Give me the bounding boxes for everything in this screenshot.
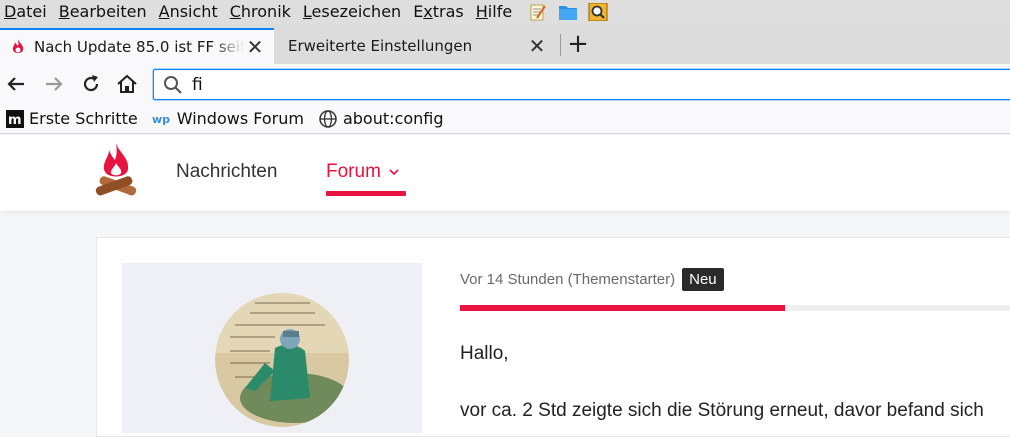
post-timestamp: Vor 14 Stunden (Themenstarter) xyxy=(460,271,676,288)
bookmarks-toolbar: m Erste Schritte wp Windows Forum about:… xyxy=(0,104,1010,134)
search-tool-icon[interactable] xyxy=(588,3,608,21)
avatar[interactable] xyxy=(215,293,349,427)
close-tab-icon[interactable]: ✕ xyxy=(244,35,266,59)
tab-active[interactable]: Nach Update 85.0 ist FF seit Tagen weg ✕ xyxy=(0,28,274,64)
close-tab-icon[interactable]: ✕ xyxy=(526,34,548,58)
tab-title: Erweiterte Einstellungen xyxy=(288,37,473,55)
folder-icon[interactable] xyxy=(558,3,578,21)
url-input[interactable] xyxy=(192,74,792,95)
menu-chronik[interactable]: Chronik xyxy=(224,0,297,24)
bookmark-erste-schritte[interactable]: m Erste Schritte xyxy=(6,109,138,128)
wp-icon: wp xyxy=(152,113,170,126)
tab-title: Nach Update 85.0 ist FF seit Tagen weg xyxy=(34,38,244,56)
menu-extras-tail: tras xyxy=(432,2,464,21)
back-button[interactable] xyxy=(4,72,28,96)
post-card: Vor 14 Stunden (Themenstarter) Neu Hallo… xyxy=(96,237,1010,437)
nav-forum[interactable]: Forum xyxy=(326,161,401,183)
flame-favicon-icon xyxy=(12,39,24,53)
search-icon xyxy=(164,75,182,94)
menu-datei[interactable]: Datei xyxy=(0,0,53,24)
reload-icon xyxy=(83,75,99,92)
read-progress-fill xyxy=(460,305,785,311)
tab-bar: Nach Update 85.0 ist FF seit Tagen weg ✕… xyxy=(0,24,1010,64)
forum-active-underline xyxy=(326,191,406,196)
tab-separator xyxy=(560,34,561,56)
menu-hilfe[interactable]: Hilfe xyxy=(470,0,518,24)
forward-button[interactable] xyxy=(42,72,66,96)
nav-toolbar xyxy=(0,64,1010,104)
globe-icon xyxy=(319,109,337,128)
reload-button[interactable] xyxy=(79,72,103,96)
svg-text:m: m xyxy=(8,113,22,128)
new-tab-button[interactable]: + xyxy=(566,31,590,57)
status-badge: Neu xyxy=(682,268,724,291)
tab-inactive[interactable]: Erweiterte Einstellungen ✕ xyxy=(276,28,556,64)
chevron-down-icon xyxy=(389,169,399,176)
notepad-icon[interactable] xyxy=(528,3,548,21)
nav-nachrichten[interactable]: Nachrichten xyxy=(176,161,277,183)
post-body-line: vor ca. 2 Std zeigte sich die Störung er… xyxy=(460,400,984,421)
bookmark-windows-forum[interactable]: wp Windows Forum xyxy=(152,109,304,128)
read-progress-bar xyxy=(460,305,1010,311)
menu-ansicht[interactable]: Ansicht xyxy=(153,0,224,24)
forward-arrow-icon xyxy=(46,77,63,91)
site-header: Nachrichten Forum xyxy=(0,135,1010,211)
post-meta: Vor 14 Stunden (Themenstarter) Neu xyxy=(460,268,724,291)
post-greeting: Hallo, xyxy=(460,343,509,364)
menu-extras[interactable]: Extras xyxy=(407,0,470,24)
back-arrow-icon xyxy=(7,77,24,91)
bookmark-about-config[interactable]: about:config xyxy=(318,109,443,129)
url-bar[interactable] xyxy=(153,69,1010,100)
menu-bearbeiten[interactable]: Bearbeiten xyxy=(53,0,153,24)
menu-lesezeichen[interactable]: Lesezeichen xyxy=(297,0,407,24)
home-icon xyxy=(117,74,137,93)
campfire-logo-icon[interactable] xyxy=(95,141,137,205)
m-icon: m xyxy=(6,109,24,128)
home-button[interactable] xyxy=(115,72,139,96)
avatar-panel xyxy=(122,263,422,433)
svg-text:wp: wp xyxy=(152,113,170,126)
menu-bar: Datei Bearbeiten Ansicht Chronik Lesezei… xyxy=(0,0,1010,24)
